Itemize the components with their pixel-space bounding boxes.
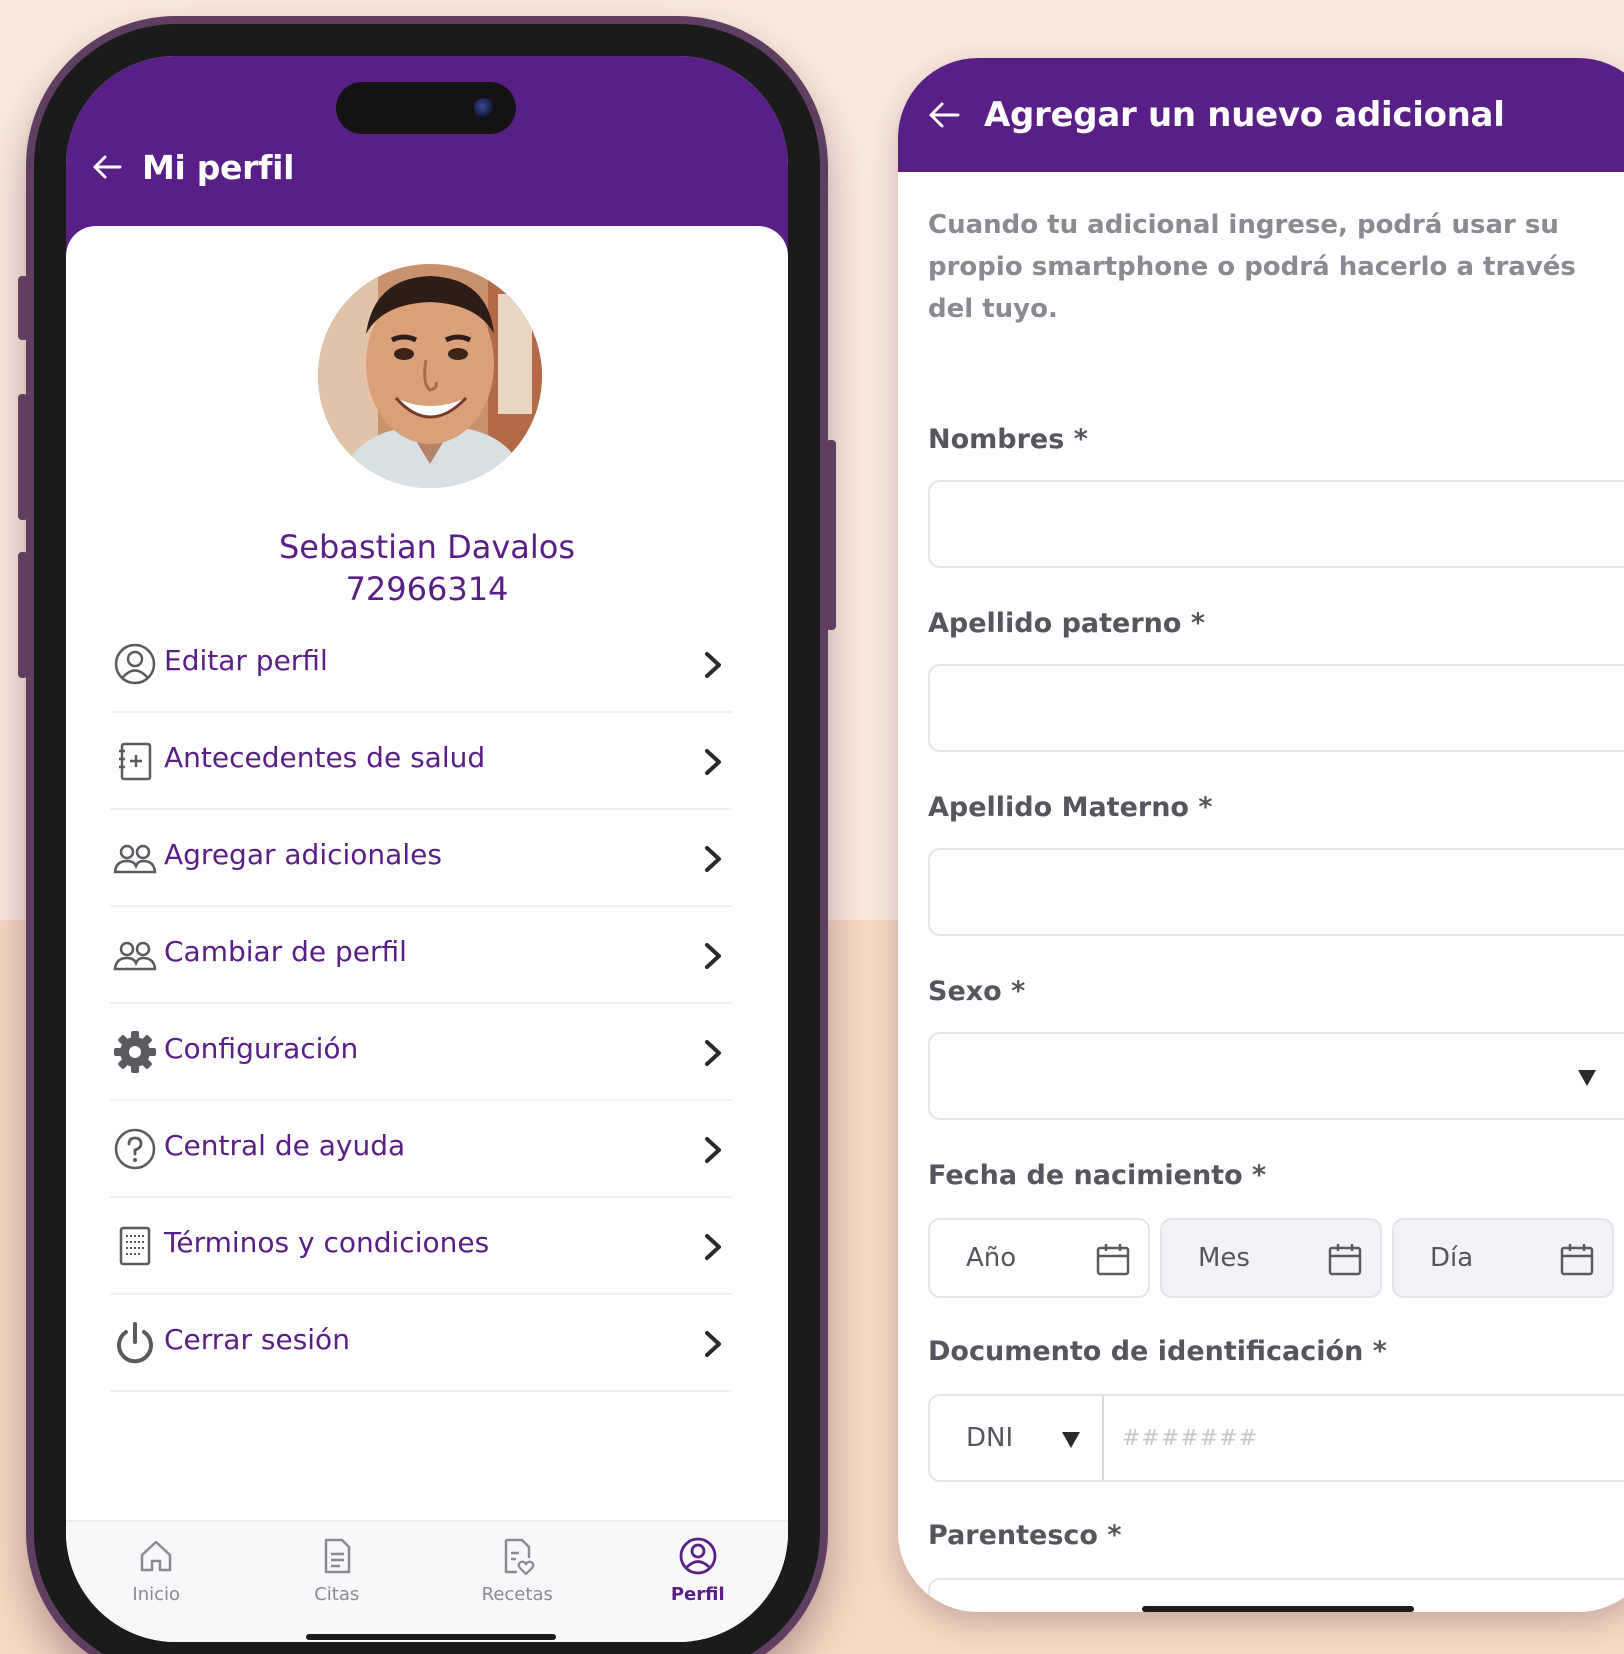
phone-side-button: [18, 276, 28, 340]
chevron-right-icon: [705, 1331, 721, 1357]
chevron-right-icon: [705, 943, 721, 969]
month-picker[interactable]: Mes: [1160, 1218, 1382, 1298]
intro-text: Cuando tu adicional ingrese, podrá usar …: [928, 210, 1576, 324]
document-type-value: DNI: [966, 1423, 1014, 1453]
arrow-left-icon[interactable]: [92, 154, 122, 180]
document-number-placeholder: #######: [1122, 1425, 1259, 1451]
caret-down-icon: [1578, 1070, 1596, 1086]
phone-side-button: [826, 440, 836, 630]
add-form: Cuando tu adicional ingrese, podrá usar …: [928, 172, 1624, 1612]
calendar-icon: [1328, 1244, 1362, 1276]
menu-item-label: Editar perfil: [164, 644, 328, 677]
avatar-photo-icon: [318, 264, 542, 488]
phone-frame: Mi perfil Sebastian Davalos 72966314 Edi…: [26, 16, 828, 1654]
year-placeholder: Año: [966, 1243, 1017, 1273]
add-header: Agregar un nuevo adicional: [898, 58, 1624, 172]
nombres-input[interactable]: [928, 480, 1624, 568]
sexo-label: Sexo *: [928, 976, 1026, 1007]
add-additional-screen: Agregar un nuevo adicional Cuando tu adi…: [898, 58, 1624, 1612]
documento-label: Documento de identificación *: [928, 1336, 1387, 1367]
menu-item-label: Cambiar de perfil: [164, 935, 407, 968]
document-type-select[interactable]: DNI: [928, 1394, 1104, 1482]
menu-item-label: Central de ayuda: [164, 1129, 406, 1162]
tab-label: Inicio: [132, 1584, 181, 1605]
phone-bezel: Mi perfil Sebastian Davalos 72966314 Edi…: [34, 24, 820, 1654]
user-circle-icon: [679, 1537, 717, 1575]
menu-item-cerrar-sesion[interactable]: Cerrar sesión: [110, 1295, 732, 1392]
prescription-icon: [505, 1538, 535, 1576]
help-circle-icon: [114, 1128, 156, 1169]
tab-label: Recetas: [481, 1584, 553, 1605]
avatar[interactable]: [318, 264, 542, 488]
chevron-right-icon: [705, 1234, 721, 1260]
menu-item-configuracion[interactable]: Configuración: [110, 1004, 732, 1101]
menu-item-label: Agregar adicionales: [164, 838, 442, 871]
gear-icon: [114, 1030, 156, 1073]
chevron-right-icon: [705, 846, 721, 872]
apellido-materno-input[interactable]: [928, 848, 1624, 936]
apellido-materno-label: Apellido Materno *: [928, 792, 1213, 823]
camera-icon: [474, 98, 494, 118]
users-icon: [113, 941, 157, 970]
nombres-label: Nombres *: [928, 424, 1088, 455]
menu-item-label: Antecedentes de salud: [164, 741, 486, 774]
chevron-right-icon: [705, 1137, 721, 1163]
tab-perfil[interactable]: Perfil: [608, 1522, 789, 1642]
chevron-right-icon: [705, 749, 721, 775]
document-icon: [324, 1538, 350, 1574]
apellido-paterno-label: Apellido paterno *: [928, 608, 1205, 639]
bottom-tab-bar: Inicio Citas Recetas Perfil: [66, 1520, 788, 1642]
calendar-icon: [1560, 1244, 1594, 1276]
sexo-select[interactable]: [928, 1032, 1624, 1120]
menu-item-cambiar-perfil[interactable]: Cambiar de perfil: [110, 907, 732, 1004]
page-title: Mi perfil: [142, 147, 295, 187]
home-icon: [141, 1540, 172, 1572]
fecha-nacimiento-label: Fecha de nacimiento *: [928, 1160, 1267, 1191]
tab-recetas[interactable]: Recetas: [427, 1522, 608, 1642]
page-title: Agregar un nuevo adicional: [984, 95, 1505, 135]
tab-label: Perfil: [670, 1584, 725, 1605]
tab-citas[interactable]: Citas: [247, 1522, 428, 1642]
apellido-paterno-input[interactable]: [928, 664, 1624, 752]
arrow-left-icon[interactable]: [928, 101, 960, 129]
day-placeholder: Día: [1430, 1243, 1474, 1273]
month-placeholder: Mes: [1198, 1243, 1250, 1273]
menu-item-antecedentes[interactable]: Antecedentes de salud: [110, 713, 732, 810]
user-name: Sebastian Davalos: [278, 528, 576, 566]
menu-item-editar-perfil[interactable]: Editar perfil: [110, 616, 732, 713]
calendar-icon: [1096, 1244, 1130, 1276]
medical-record-icon: [119, 742, 152, 780]
menu-item-label: Cerrar sesión: [164, 1323, 350, 1356]
caret-down-icon: [1062, 1432, 1080, 1448]
user-circle-icon: [114, 643, 156, 684]
profile-screen: Mi perfil Sebastian Davalos 72966314 Edi…: [66, 56, 788, 1642]
user-id: 72966314: [345, 570, 509, 608]
tab-label: Citas: [314, 1584, 360, 1605]
profile-menu: Editar perfil Antecedentes de salud Agre…: [110, 616, 732, 1392]
dynamic-island: [336, 82, 516, 134]
parentesco-label: Parentesco *: [928, 1520, 1122, 1551]
users-icon: [113, 844, 157, 873]
chevron-right-icon: [705, 652, 721, 678]
year-picker[interactable]: Año: [928, 1218, 1150, 1298]
profile-title-bar: Mi perfil: [92, 142, 295, 192]
chevron-right-icon: [705, 1040, 721, 1066]
day-picker[interactable]: Día: [1392, 1218, 1614, 1298]
menu-item-label: Configuración: [164, 1032, 359, 1065]
menu-item-label: Términos y condiciones: [164, 1226, 490, 1259]
power-icon: [117, 1321, 153, 1363]
menu-item-central-ayuda[interactable]: Central de ayuda: [110, 1101, 732, 1198]
document-number-input[interactable]: #######: [1102, 1394, 1624, 1482]
phone-side-button: [18, 394, 28, 520]
document-list-icon: [119, 1226, 151, 1265]
home-indicator[interactable]: [306, 1634, 556, 1640]
home-indicator[interactable]: [1142, 1606, 1414, 1612]
menu-item-terminos[interactable]: Términos y condiciones: [110, 1198, 732, 1295]
tab-inicio[interactable]: Inicio: [66, 1522, 247, 1642]
menu-item-agregar-adicionales[interactable]: Agregar adicionales: [110, 810, 732, 907]
phone-side-button: [18, 552, 28, 678]
